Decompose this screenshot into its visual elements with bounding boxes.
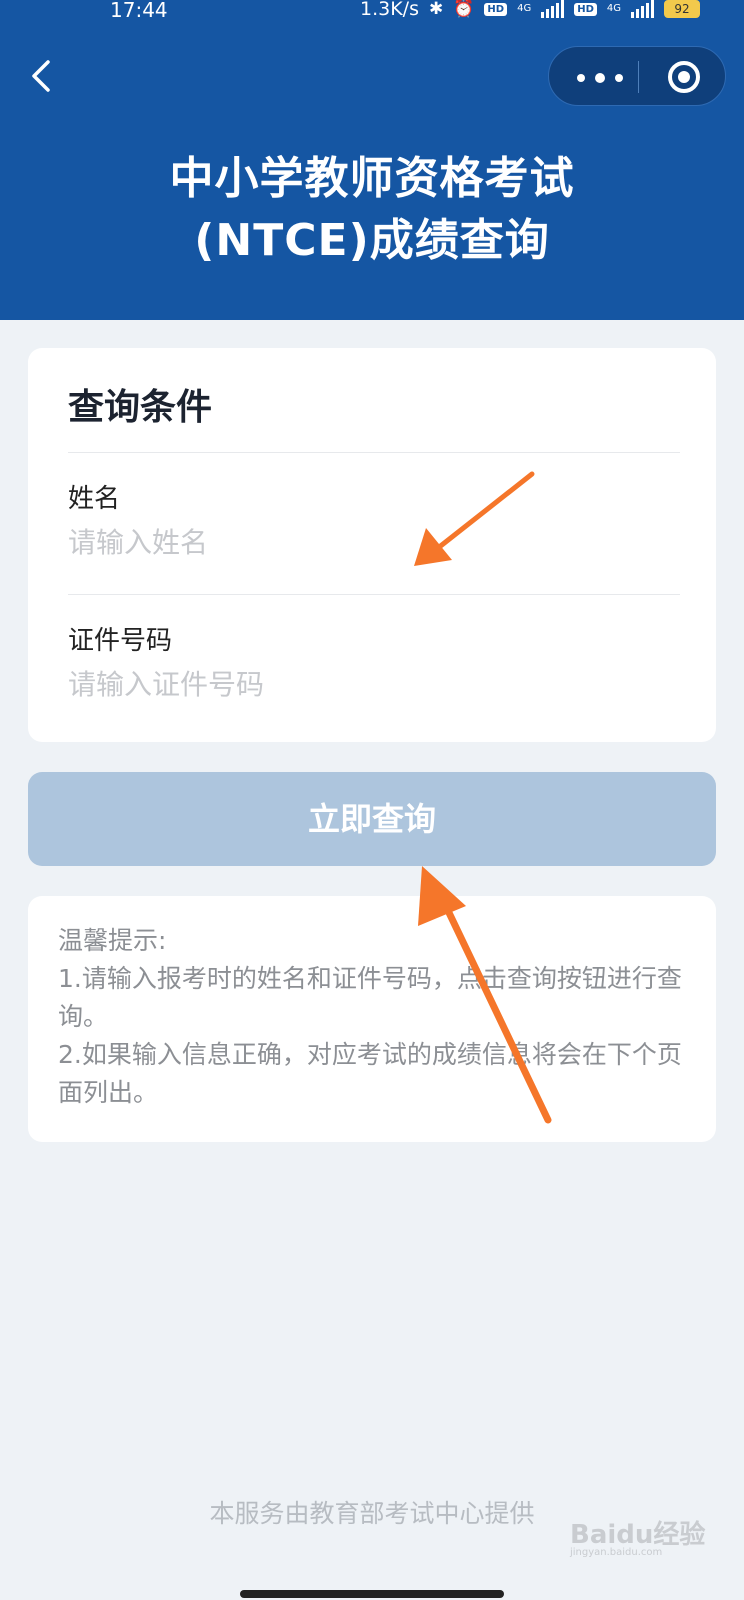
- page-header: 17:44 1.3K/s ✱ ⏰ HD 4G HD 4G 92 中小学教师资格考…: [0, 0, 744, 320]
- battery-level: 92: [674, 2, 690, 16]
- tips-line-1: 1.请输入报考时的姓名和证件号码，点击查询按钮进行查询。: [58, 964, 682, 1031]
- page-title-line2: (NTCE)成绩查询: [194, 215, 550, 266]
- name-label: 姓名: [68, 484, 121, 514]
- signal-icon: [541, 0, 565, 18]
- more-dot-icon: [595, 73, 605, 83]
- query-card-title: 查询条件: [68, 387, 213, 428]
- status-bar: 17:44 1.3K/s ✱ ⏰ HD 4G HD 4G 92: [0, 0, 744, 26]
- query-card: 查询条件 姓名 证件号码: [28, 348, 716, 742]
- chevron-left-icon: [32, 60, 50, 92]
- capsule-divider: [638, 61, 639, 93]
- page-title-line1: 中小学教师资格考试: [169, 153, 575, 204]
- watermark-brand: Baidu经验: [570, 1520, 706, 1550]
- hd-badge-2: HD: [574, 2, 597, 16]
- home-indicator[interactable]: [240, 1590, 504, 1598]
- page-title: 中小学教师资格考试 (NTCE)成绩查询: [0, 148, 744, 272]
- baidu-watermark: Baidu经验 jingyan.baidu.com: [570, 1514, 705, 1558]
- alarm-icon: ⏰: [453, 0, 475, 19]
- id-number-label: 证件号码: [68, 626, 173, 656]
- tips-text: 温馨提示: 1.请输入报考时的姓名和证件号码，点击查询按钮进行查询。 2.如果输…: [58, 922, 702, 1112]
- signal-icon-2: [631, 0, 654, 18]
- more-dot-icon: [577, 74, 585, 82]
- network-type: 4G: [517, 3, 532, 14]
- net-speed: 1.3K/s: [360, 0, 419, 20]
- tips-card: 温馨提示: 1.请输入报考时的姓名和证件号码，点击查询按钮进行查询。 2.如果输…: [28, 896, 716, 1142]
- tips-heading: 温馨提示:: [58, 926, 167, 955]
- close-mini-program-button[interactable]: [667, 60, 701, 94]
- more-dot-icon: [615, 74, 623, 82]
- status-time: 17:44: [110, 0, 168, 22]
- name-input[interactable]: [68, 520, 658, 564]
- divider: [68, 452, 680, 453]
- query-now-button[interactable]: 立即查询: [28, 772, 716, 866]
- battery-icon: 92: [664, 0, 700, 18]
- divider: [68, 594, 680, 595]
- hd-badge: HD: [484, 2, 508, 16]
- back-button[interactable]: [28, 56, 58, 96]
- target-close-icon: [668, 61, 700, 93]
- mini-program-capsule: [548, 46, 726, 106]
- id-number-input[interactable]: [68, 662, 658, 706]
- bluetooth-icon: ✱: [428, 0, 444, 19]
- network-type-2: 4G: [606, 3, 621, 14]
- more-button[interactable]: [571, 61, 627, 91]
- tips-line-2: 2.如果输入信息正确，对应考试的成绩信息将会在下个页面列出。: [58, 1040, 682, 1107]
- status-indicators: 1.3K/s ✱ ⏰ HD 4G HD 4G 92: [360, 0, 700, 20]
